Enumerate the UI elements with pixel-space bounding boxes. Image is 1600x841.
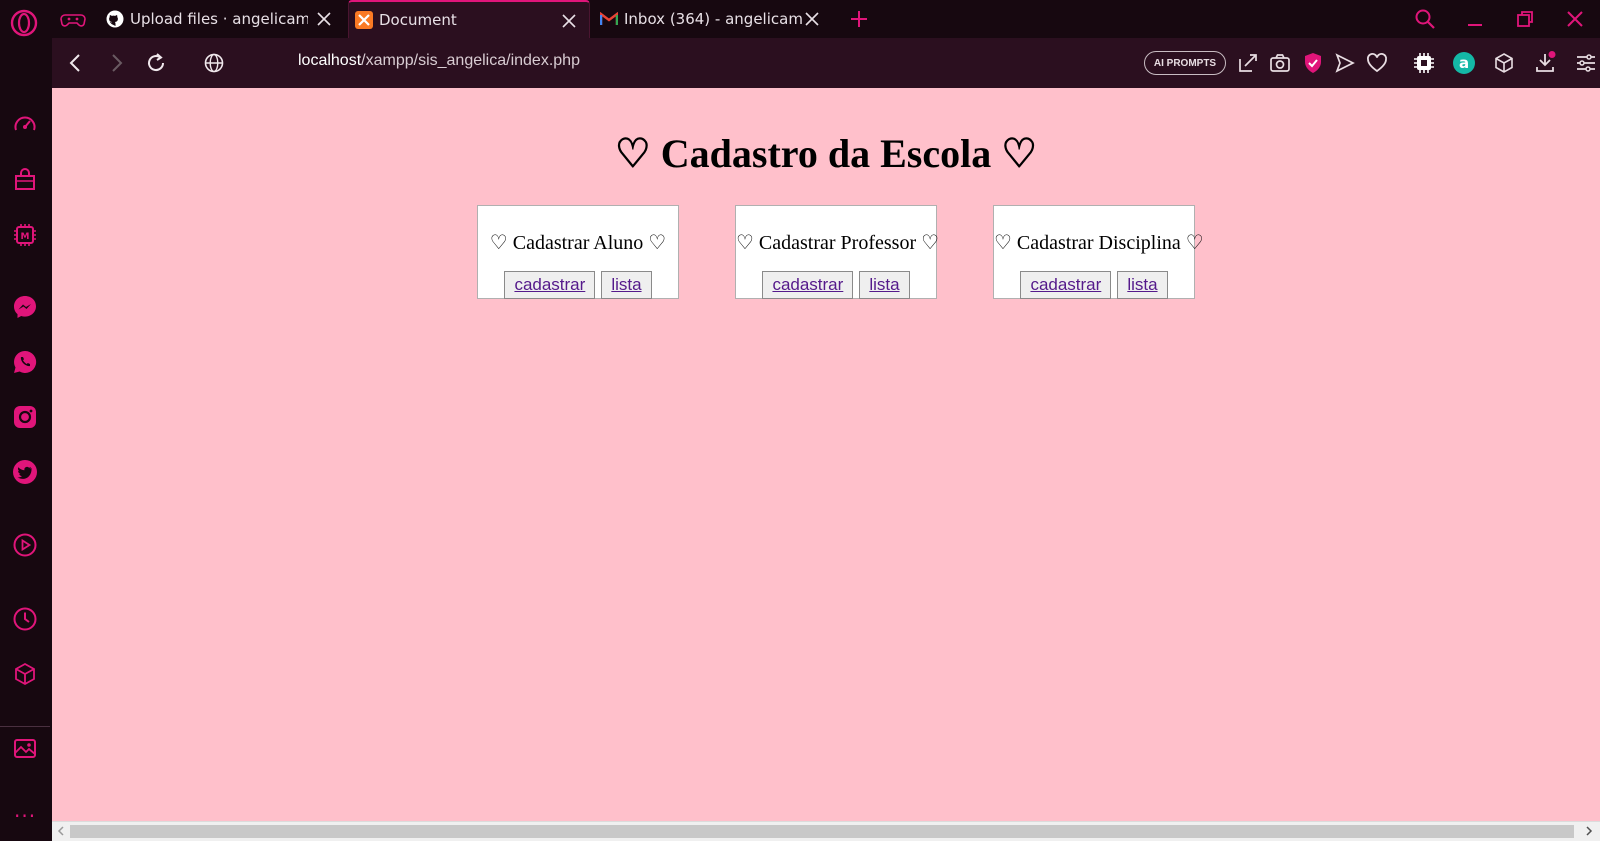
- shopping-icon[interactable]: [12, 167, 38, 193]
- ai-prompts-button[interactable]: AI PROMPTS: [1144, 51, 1226, 75]
- gx-control-chip-icon[interactable]: [1412, 51, 1436, 75]
- gallery-icon[interactable]: [12, 735, 38, 761]
- site-info-globe-icon[interactable]: [202, 51, 226, 75]
- scroll-right-icon[interactable]: [1582, 824, 1596, 838]
- cadastrar-disciplina-button[interactable]: cadastrar: [1020, 271, 1112, 299]
- sidebar-more-icon[interactable]: ···: [14, 804, 36, 828]
- twitter-icon[interactable]: [12, 459, 38, 485]
- gmail-icon: [600, 10, 618, 28]
- horizontal-scrollbar[interactable]: [52, 821, 1600, 841]
- player-icon[interactable]: [12, 532, 38, 558]
- tab-upload-files[interactable]: Upload files · angelicamiran: [106, 0, 344, 38]
- back-icon[interactable]: [64, 51, 88, 75]
- close-tab-icon[interactable]: [316, 11, 332, 27]
- sidebar: M ···: [0, 38, 52, 841]
- card-actions: cadastrar lista: [736, 271, 936, 299]
- xampp-icon: [355, 11, 373, 29]
- whatsapp-icon[interactable]: [12, 349, 38, 375]
- downloads-icon[interactable]: [1533, 51, 1557, 75]
- tab-title: Inbox (364) - angelicamiran: [624, 10, 802, 28]
- speed-dial-icon[interactable]: [12, 112, 38, 138]
- instagram-icon[interactable]: [12, 404, 38, 430]
- tab-document[interactable]: Document: [348, 0, 590, 38]
- url-field[interactable]: localhost/xampp/sis_angelica/index.php: [298, 52, 580, 70]
- history-clock-icon[interactable]: [12, 606, 38, 632]
- address-toolbar: localhost/xampp/sis_angelica/index.php A…: [52, 38, 1600, 88]
- new-tab-plus-icon[interactable]: [848, 8, 870, 30]
- card-actions: cadastrar lista: [478, 271, 678, 299]
- scroll-left-icon[interactable]: [54, 824, 68, 838]
- send-icon[interactable]: [1333, 51, 1357, 75]
- cadastrar-aluno-button[interactable]: cadastrar: [504, 271, 596, 299]
- close-tab-icon[interactable]: [561, 13, 577, 29]
- scrollbar-thumb[interactable]: [70, 825, 1574, 838]
- gx-control-icon[interactable]: M: [12, 222, 38, 248]
- snapshot-camera-icon[interactable]: [1268, 51, 1292, 75]
- sidebar-divider: [0, 726, 50, 727]
- card-actions: cadastrar lista: [994, 271, 1194, 299]
- page-viewport: ♡ Cadastro da Escola ♡ ♡ Cadastrar Aluno…: [52, 88, 1600, 821]
- extensions-cube-icon[interactable]: [1492, 51, 1516, 75]
- svg-text:a: a: [1459, 54, 1469, 72]
- messenger-icon[interactable]: [12, 294, 38, 320]
- cadastrar-professor-button[interactable]: cadastrar: [762, 271, 854, 299]
- card-title: ♡ Cadastrar Professor ♡: [736, 232, 940, 254]
- easy-setup-sliders-icon[interactable]: [1574, 51, 1598, 75]
- card-title: ♡ Cadastrar Disciplina ♡: [994, 232, 1204, 254]
- card-professor: ♡ Cadastrar Professor ♡ cadastrar lista: [735, 205, 940, 299]
- adblock-shield-icon[interactable]: [1301, 51, 1325, 75]
- github-icon: [106, 10, 124, 28]
- close-window-icon[interactable]: [1564, 8, 1586, 30]
- url-host: localhost: [298, 52, 362, 69]
- svg-text:M: M: [21, 232, 30, 242]
- card-aluno: ♡ Cadastrar Aluno ♡ cadastrar lista: [477, 205, 679, 299]
- extensions-cube-icon[interactable]: [12, 661, 38, 687]
- tab-title: Upload files · angelicamiran: [130, 10, 308, 28]
- forward-icon[interactable]: [104, 51, 128, 75]
- gamepad-icon[interactable]: [60, 8, 86, 30]
- page-title: ♡ Cadastro da Escola ♡: [614, 131, 1038, 176]
- close-tab-icon[interactable]: [804, 11, 820, 27]
- card-disciplina: ♡ Cadastrar Disciplina ♡ cadastrar lista: [993, 205, 1204, 299]
- share-edit-icon[interactable]: [1236, 51, 1260, 75]
- search-tabs-icon[interactable]: [1414, 8, 1436, 30]
- reload-icon[interactable]: [144, 51, 168, 75]
- extension-a-icon[interactable]: a: [1452, 51, 1476, 75]
- minimize-icon[interactable]: [1464, 8, 1486, 30]
- restore-icon[interactable]: [1514, 8, 1536, 30]
- tab-inbox[interactable]: Inbox (364) - angelicamiran: [600, 0, 832, 38]
- lista-disciplina-button[interactable]: lista: [1117, 271, 1168, 299]
- tab-title: Document: [379, 11, 457, 29]
- lista-aluno-button[interactable]: lista: [601, 271, 652, 299]
- tab-strip: Upload files · angelicamiran Document In…: [0, 0, 1600, 38]
- card-title: ♡ Cadastrar Aluno ♡: [489, 232, 667, 254]
- opera-gx-logo-icon[interactable]: [10, 9, 38, 37]
- lista-professor-button[interactable]: lista: [859, 271, 910, 299]
- url-path: /xampp/sis_angelica/index.php: [361, 52, 580, 69]
- bookmark-heart-icon[interactable]: [1365, 51, 1389, 75]
